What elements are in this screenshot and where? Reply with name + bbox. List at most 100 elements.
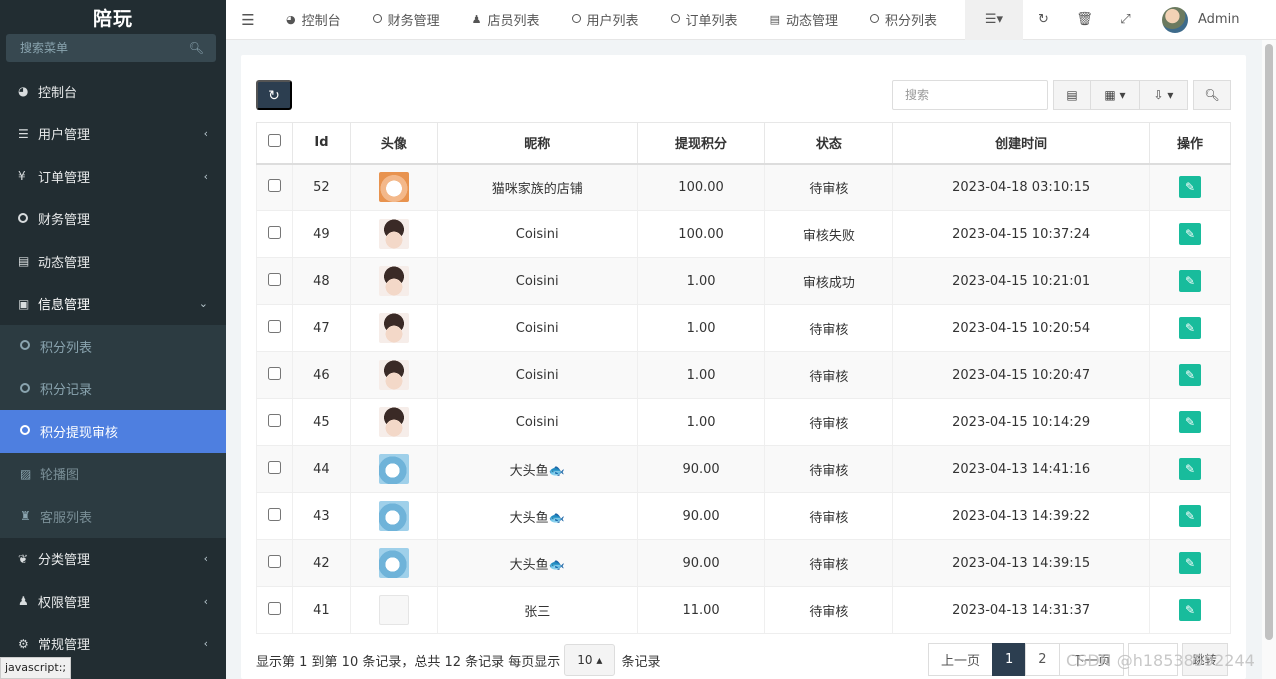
refresh-button[interactable]: ↻ — [1023, 0, 1064, 40]
column-header[interactable]: 头像 — [349, 122, 438, 165]
edit-button[interactable]: ✎ — [1179, 270, 1202, 292]
column-header[interactable]: 操作 — [1149, 122, 1231, 165]
clear-cache-button[interactable]: 🗑︎ — [1064, 0, 1105, 40]
table-row[interactable]: 52 猫咪家族的店铺 100.00 待审核 2023-04-18 03:10:15 ✎ — [256, 163, 1231, 211]
table-row[interactable]: 46 Coisini 1.00 待审核 2023-04-15 10:20:47 ✎ — [256, 351, 1231, 399]
column-header[interactable]: Id — [291, 122, 351, 165]
edit-button[interactable]: ✎ — [1179, 599, 1202, 621]
sidebar-item-label: 轮播图 — [40, 468, 80, 484]
tab-user-list[interactable]: 用户列表 — [556, 0, 655, 40]
avatar-thumbnail[interactable] — [378, 407, 409, 437]
tab-staff-list[interactable]: ♟ 店员列表 — [456, 0, 556, 40]
table-row[interactable]: 49 Coisini 100.00 审核失败 2023-04-15 10:37:24 ✎ — [256, 210, 1231, 258]
select-all-checkbox[interactable] — [267, 134, 281, 148]
avatar-thumbnail[interactable] — [378, 595, 409, 625]
table-refresh-button[interactable]: ↻ — [256, 80, 292, 110]
sidebar-item-user-management[interactable]: ☰ 用户管理 ‹ — [0, 113, 226, 156]
columns-button[interactable]: ▦ ▾ — [1090, 80, 1140, 110]
table-row[interactable]: 44 大头鱼🐟 90.00 待审核 2023-04-13 14:41:16 ✎ — [256, 445, 1231, 493]
avatar-thumbnail[interactable] — [378, 172, 409, 203]
tab-points-list[interactable]: 积分列表 — [854, 0, 953, 40]
cell-points: 90.00 — [636, 492, 766, 540]
column-header[interactable]: 状态 — [764, 122, 894, 165]
brand-logo[interactable]: 陪玩 — [0, 0, 226, 34]
scrollbar-thumb[interactable] — [1265, 44, 1273, 640]
menu-toggle-icon[interactable]: ☰ — [226, 11, 270, 29]
sidebar-item-order-management[interactable]: ¥ 订单管理 ‹ — [0, 155, 226, 198]
avatar-thumbnail[interactable] — [378, 360, 409, 390]
row-checkbox[interactable] — [267, 601, 281, 615]
column-header[interactable]: 昵称 — [436, 122, 638, 165]
edit-button[interactable]: ✎ — [1179, 505, 1202, 527]
sidebar-item-carousel[interactable]: ▨ 轮播图 — [0, 453, 226, 496]
sidebar-item-customer-service[interactable]: ♜ 客服列表 — [0, 495, 226, 538]
row-checkbox[interactable] — [267, 507, 281, 521]
columns-icon: ▦ ▾ — [1104, 88, 1126, 102]
dashboard-icon: ◕ — [286, 13, 296, 26]
tabs-dropdown-button[interactable]: ☰▾ — [965, 0, 1023, 40]
cell-avatar — [349, 445, 438, 493]
export-button[interactable]: ⇩ ▾ — [1139, 80, 1188, 110]
column-header[interactable]: 创建时间 — [892, 122, 1151, 165]
table-row[interactable]: 48 Coisini 1.00 审核成功 2023-04-15 10:21:01 ✎ — [256, 257, 1231, 305]
row-checkbox[interactable] — [267, 272, 281, 286]
edit-button[interactable]: ✎ — [1179, 552, 1202, 574]
edit-button[interactable]: ✎ — [1179, 458, 1202, 480]
tab-finance[interactable]: 财务管理 — [357, 0, 456, 40]
table-row[interactable]: 45 Coisini 1.00 待审核 2023-04-15 10:14:29 ✎ — [256, 398, 1231, 446]
tab-dashboard[interactable]: ◕ 控制台 — [270, 0, 357, 40]
sidebar-item-permissions[interactable]: ♟ 权限管理 ‹ — [0, 580, 226, 623]
table-row[interactable]: 41 张三 11.00 待审核 2023-04-13 14:31:37 ✎ — [256, 586, 1231, 634]
user-menu[interactable]: Admin — [1162, 6, 1239, 33]
avatar-thumbnail[interactable] — [378, 548, 409, 578]
row-checkbox[interactable] — [267, 178, 281, 192]
tab-order-list[interactable]: 订单列表 — [655, 0, 754, 40]
sidebar-item-points-record[interactable]: 积分记录 — [0, 368, 226, 411]
table-search-input[interactable] — [892, 80, 1048, 110]
edit-button[interactable]: ✎ — [1179, 364, 1202, 386]
search-icon[interactable]: 🔍︎ — [189, 41, 204, 55]
avatar-thumbnail[interactable] — [378, 219, 409, 249]
cell-nickname: Coisini — [436, 398, 638, 446]
row-checkbox[interactable] — [267, 319, 281, 333]
cell-status: 待审核 — [764, 304, 894, 352]
edit-button[interactable]: ✎ — [1179, 176, 1202, 199]
prev-page-button[interactable]: 上一页 — [928, 643, 994, 676]
column-header[interactable]: 提现积分 — [636, 122, 766, 165]
sidebar-item-points-list[interactable]: 积分列表 — [0, 325, 226, 368]
row-checkbox[interactable] — [267, 413, 281, 427]
avatar-thumbnail[interactable] — [378, 266, 409, 296]
sidebar-item-category[interactable]: ❦ 分类管理 ‹ — [0, 538, 226, 581]
avatar-thumbnail[interactable] — [378, 501, 409, 531]
tab-moments[interactable]: ▤ 动态管理 — [754, 0, 854, 40]
sidebar-item-info-management[interactable]: ▣ 信息管理 ⌄ — [0, 283, 226, 326]
page-size-select[interactable]: 10 ▴ — [564, 644, 616, 676]
pencil-icon: ✎ — [1184, 462, 1196, 476]
avatar-thumbnail[interactable] — [378, 313, 409, 343]
sidebar-search-input[interactable] — [20, 41, 170, 55]
table-row[interactable]: 43 大头鱼🐟 90.00 待审核 2023-04-13 14:39:22 ✎ — [256, 492, 1231, 540]
table-row[interactable]: 42 大头鱼🐟 90.00 待审核 2023-04-13 14:39:15 ✎ — [256, 539, 1231, 587]
row-checkbox[interactable] — [267, 460, 281, 474]
page-scrollbar[interactable] — [1262, 40, 1276, 679]
cell-created: 2023-04-15 10:21:01 — [892, 257, 1151, 305]
cell-id: 49 — [291, 210, 351, 258]
fullscreen-button[interactable]: ⤢ — [1105, 0, 1146, 40]
row-checkbox[interactable] — [267, 554, 281, 568]
edit-button[interactable]: ✎ — [1179, 317, 1202, 339]
sidebar-item-moments[interactable]: ▤ 动态管理 — [0, 240, 226, 283]
advanced-search-button[interactable]: 🔍︎ — [1193, 80, 1231, 110]
sidebar-item-dashboard[interactable]: ◕ 控制台 — [0, 70, 226, 113]
avatar-thumbnail[interactable] — [378, 454, 409, 484]
toggle-view-button[interactable]: ▤ — [1053, 80, 1091, 110]
row-checkbox[interactable] — [267, 225, 281, 239]
edit-button[interactable]: ✎ — [1179, 223, 1202, 245]
page-button-2[interactable]: 2 — [1025, 643, 1060, 676]
edit-button[interactable]: ✎ — [1179, 411, 1202, 433]
chevron-left-icon: ‹ — [203, 552, 208, 566]
row-checkbox[interactable] — [267, 366, 281, 380]
sidebar-item-finance[interactable]: 财务管理 — [0, 198, 226, 241]
table-row[interactable]: 47 Coisini 1.00 待审核 2023-04-15 10:20:54 ✎ — [256, 304, 1231, 352]
sidebar-item-withdraw-review[interactable]: 积分提现审核 — [0, 410, 226, 453]
page-button-1[interactable]: 1 — [992, 643, 1027, 676]
